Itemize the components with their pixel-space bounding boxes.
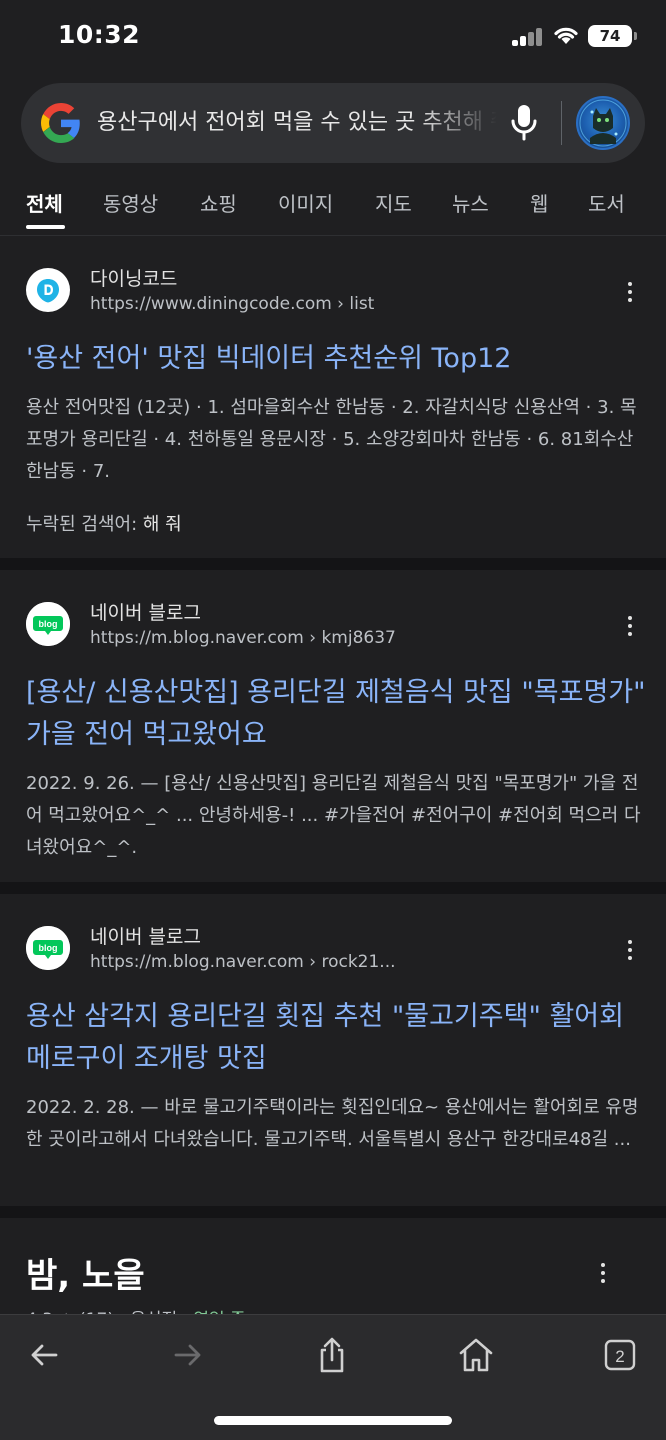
more-options-icon[interactable] (620, 616, 640, 640)
google-g-icon (41, 103, 80, 143)
battery-indicator: 74 (588, 25, 637, 47)
result-separator (0, 558, 666, 570)
status-time: 10:32 (58, 20, 141, 49)
result-title-link[interactable]: [용산/ 신용산맛집] 용리단길 제철음식 맛집 "목포명가" 가을 전어 먹고… (26, 672, 646, 756)
tab-all[interactable]: 전체 (26, 188, 63, 217)
svg-text:2: 2 (615, 1347, 624, 1366)
result-site-name: 네이버 블로그 (90, 602, 201, 624)
search-result: blog 네이버 블로그 https://m.blog.naver.com › … (0, 570, 666, 882)
result-url[interactable]: https://www.diningcode.com › list (90, 294, 374, 314)
result-title-link[interactable]: 용산 삼각지 용리단길 횟집 추천 "물고기주택" 활어회 메로구이 조개탕 맛… (26, 996, 646, 1080)
more-options-icon[interactable] (620, 940, 640, 964)
result-snippet: 2022. 2. 28. — 바로 물고기주택이라는 횟집인데요~ 용산에서는 … (26, 1097, 639, 1150)
avatar-cat-icon (579, 99, 627, 147)
home-indicator (214, 1416, 452, 1425)
result-url[interactable]: https://m.blog.naver.com › kmj8637 (90, 628, 396, 648)
mic-icon[interactable] (509, 103, 539, 143)
back-arrow-icon[interactable] (24, 1335, 64, 1375)
naver-blog-favicon: blog (26, 926, 70, 970)
tab-active-indicator (26, 225, 65, 229)
home-icon[interactable] (456, 1335, 496, 1375)
tab-web[interactable]: 웹 (530, 188, 548, 217)
result-site-name: 네이버 블로그 (90, 926, 201, 948)
tab-news[interactable]: 뉴스 (452, 188, 489, 217)
more-options-icon[interactable] (593, 1263, 613, 1287)
search-input[interactable]: 용산구에서 전어회 먹을 수 있는 곳 추천해 줘 (97, 107, 497, 139)
forward-arrow-icon[interactable] (168, 1335, 208, 1375)
naver-blog-favicon: blog (26, 602, 70, 646)
result-url[interactable]: https://m.blog.naver.com › rock21... (90, 952, 396, 972)
tabs-switcher-icon[interactable]: 2 (600, 1335, 640, 1375)
missing-terms-value[interactable]: 해 줘 (143, 514, 182, 535)
cellular-signal-icon (512, 28, 544, 46)
naver-blog-icon: blog (26, 602, 70, 646)
tab-images[interactable]: 이미지 (278, 188, 333, 217)
result-title-link[interactable]: '용산 전어' 맛집 빅데이터 추천순위 Top12 (26, 338, 646, 380)
tab-books[interactable]: 도서 (588, 188, 625, 217)
missing-terms: 누락된 검색어: 해 줘 (26, 510, 182, 536)
naver-blog-icon-text: blog (39, 619, 58, 629)
search-result: blog 네이버 블로그 https://m.blog.naver.com › … (0, 894, 666, 1206)
diningcode-favicon (26, 268, 70, 312)
search-divider (561, 101, 562, 145)
naver-blog-icon: blog (26, 926, 70, 970)
result-separator (0, 1206, 666, 1218)
wifi-icon (554, 27, 578, 44)
naver-blog-icon-text: blog (39, 943, 58, 953)
search-bar[interactable]: 용산구에서 전어회 먹을 수 있는 곳 추천해 줘 (21, 83, 645, 163)
tab-videos[interactable]: 동영상 (103, 188, 158, 217)
tab-shopping[interactable]: 쇼핑 (200, 188, 237, 217)
diningcode-logo-icon (37, 279, 59, 303)
share-icon[interactable] (312, 1335, 352, 1375)
result-separator (0, 882, 666, 894)
result-site-name: 다이닝코드 (90, 268, 178, 290)
avatar[interactable] (576, 96, 630, 150)
result-snippet: 용산 전어맛집 (12곳) · 1. 섬마을회수산 한남동 · 2. 자갈치식당… (26, 397, 637, 482)
more-options-icon[interactable] (620, 282, 640, 306)
result-snippet: 2022. 9. 26. — [용산/ 신용산맛집] 용리단길 제철음식 맛집 … (26, 773, 641, 858)
missing-terms-label: 누락된 검색어: (26, 514, 138, 535)
tab-maps[interactable]: 지도 (375, 188, 412, 217)
search-result: 다이닝코드 https://www.diningcode.com › list … (0, 236, 666, 558)
place-title[interactable]: 밤, 노을 (26, 1248, 145, 1297)
search-tabs: 전체 동영상 쇼핑 이미지 지도 뉴스 웹 도서 (0, 180, 666, 236)
status-bar: 10:32 74 (0, 0, 666, 76)
